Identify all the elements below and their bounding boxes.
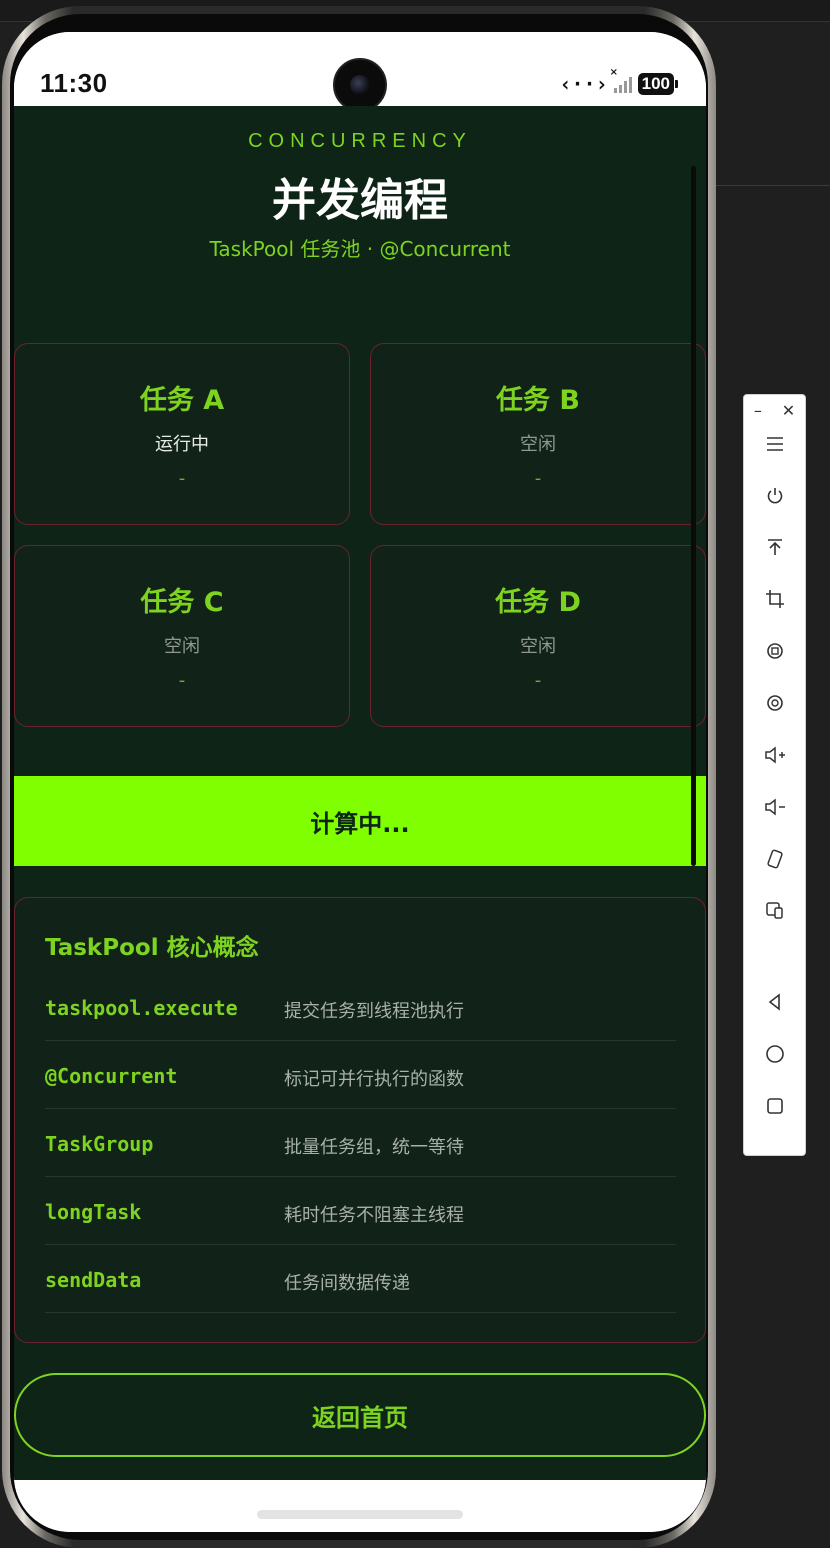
phone-frame: 11:30 ‹··› × 100 CONCURRENCY 并发编程 TaskPo… (2, 6, 716, 1548)
task-result: - (178, 468, 186, 489)
task-result: - (534, 670, 542, 691)
minimize-button[interactable]: – (754, 401, 762, 420)
concept-row: @Concurrent 标记可并行执行的函数 (45, 1041, 676, 1109)
no-sim-mark: × (609, 67, 619, 78)
shake-icon[interactable] (744, 849, 805, 874)
crop-icon[interactable] (744, 589, 805, 614)
task-card-a[interactable]: 任务 A 运行中 - (14, 343, 350, 525)
concepts-title: TaskPool 核心概念 (45, 935, 259, 961)
gesture-nav-bar (14, 1480, 706, 1532)
multi-device-icon[interactable] (744, 900, 805, 925)
task-name: 任务 B (496, 385, 580, 416)
task-state: 空闲 (164, 636, 200, 657)
task-state: 空闲 (520, 636, 556, 657)
page-subtitle: TaskPool 任务池 · @Concurrent (209, 237, 511, 261)
task-card-d[interactable]: 任务 D 空闲 - (370, 545, 706, 727)
concept-row: taskpool.execute 提交任务到线程池执行 (45, 973, 676, 1041)
front-camera (333, 58, 387, 112)
code-icon: ‹··› (559, 72, 608, 96)
concept-desc: 耗时任务不阻塞主线程 (284, 1205, 464, 1226)
app-content[interactable]: CONCURRENCY 并发编程 TaskPool 任务池 · @Concurr… (14, 106, 706, 1480)
menu-icon[interactable] (744, 435, 805, 458)
concept-key: sendData (45, 1268, 142, 1292)
status-time: 11:30 (40, 68, 108, 98)
home-indicator[interactable] (257, 1510, 463, 1519)
concept-row: sendData 任务间数据传递 (45, 1245, 676, 1313)
screenshot-icon[interactable] (744, 693, 805, 718)
rotate-icon[interactable] (744, 641, 805, 666)
phone-screen: 11:30 ‹··› × 100 CONCURRENCY 并发编程 TaskPo… (14, 32, 706, 1532)
status-icons: ‹··› × 100 (559, 67, 678, 96)
back-icon[interactable] (744, 992, 805, 1017)
concepts-panel: TaskPool 核心概念 taskpool.execute 提交任务到线程池执… (14, 897, 706, 1343)
concept-key: @Concurrent (45, 1064, 178, 1088)
concept-desc: 批量任务组，统一等待 (284, 1137, 464, 1158)
home-icon[interactable] (744, 1044, 805, 1069)
signal-icon: × (610, 67, 632, 93)
task-result: - (178, 670, 186, 691)
task-name: 任务 C (140, 587, 224, 618)
task-name: 任务 D (495, 587, 581, 618)
back-home-button[interactable]: 返回首页 (14, 1373, 706, 1457)
concept-desc: 标记可并行执行的函数 (284, 1069, 464, 1090)
task-name: 任务 A (139, 385, 225, 416)
task-card-b[interactable]: 任务 B 空闲 - (370, 343, 706, 525)
compute-button[interactable]: 计算中... (14, 776, 706, 866)
close-button[interactable]: ✕ (782, 401, 795, 420)
task-state: 运行中 (155, 434, 209, 455)
task-card-c[interactable]: 任务 C 空闲 - (14, 545, 350, 727)
desktop-divider (710, 185, 830, 186)
task-result: - (534, 468, 542, 489)
concept-key: taskpool.execute (45, 996, 238, 1020)
power-icon[interactable] (744, 486, 805, 511)
emulator-toolbar: – ✕ (743, 394, 806, 1156)
concept-desc: 提交任务到线程池执行 (284, 1001, 464, 1022)
concept-desc: 任务间数据传递 (284, 1273, 410, 1294)
volume-up-icon[interactable] (744, 745, 805, 770)
battery-level: 100 (637, 73, 674, 95)
concept-key: TaskGroup (45, 1132, 154, 1156)
battery-icon: 100 (637, 73, 678, 95)
header-eyebrow: CONCURRENCY (248, 130, 472, 152)
volume-down-icon[interactable] (744, 797, 805, 822)
toolbar-window-controls: – ✕ (744, 401, 805, 420)
scrollbar[interactable] (691, 166, 696, 866)
page-title: 并发编程 (272, 175, 448, 226)
concept-row: TaskGroup 批量任务组，统一等待 (45, 1109, 676, 1177)
recents-icon[interactable] (744, 1096, 805, 1121)
pin-top-icon[interactable] (744, 537, 805, 562)
task-state: 空闲 (520, 434, 556, 455)
status-bar: 11:30 ‹··› × 100 (14, 32, 706, 112)
concept-row: longTask 耗时任务不阻塞主线程 (45, 1177, 676, 1245)
concept-key: longTask (45, 1200, 142, 1224)
